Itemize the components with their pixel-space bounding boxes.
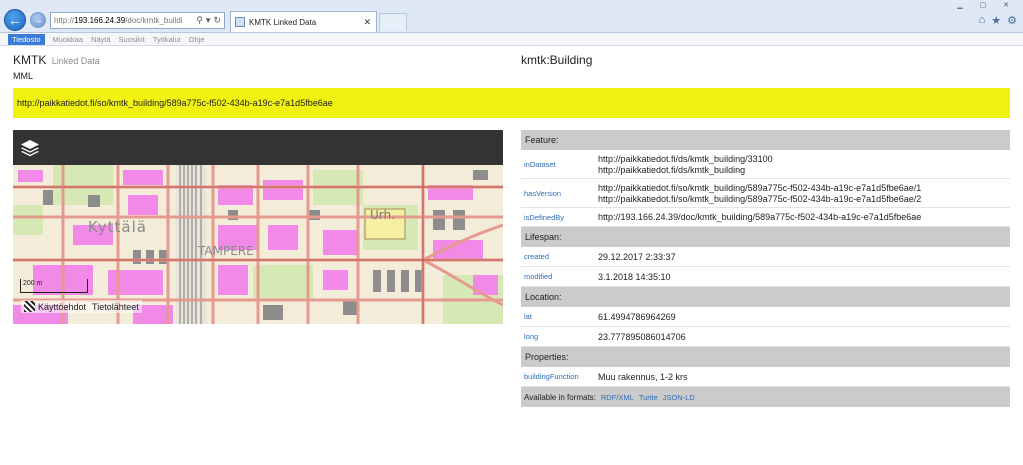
section-header-feature: Feature: xyxy=(521,130,1010,150)
close-tab-icon[interactable]: ✕ xyxy=(363,17,371,28)
back-button[interactable]: ← xyxy=(4,9,26,31)
property-value: 23.777895086014706 xyxy=(598,331,686,342)
browser-chrome: ← → http://193.166.24.39/doc/kmtk_buildi… xyxy=(0,0,1023,33)
maximize-icon[interactable]: ▢ xyxy=(972,0,994,9)
property-name[interactable]: inDataset xyxy=(521,150,598,178)
settings-gear-icon[interactable]: ⚙ xyxy=(1007,14,1017,27)
address-scheme: http:// xyxy=(54,16,75,25)
menu-item-view[interactable]: Näytä xyxy=(91,35,111,44)
search-icon[interactable]: ⚲ xyxy=(196,15,203,26)
mml-logo-icon xyxy=(24,301,35,312)
menu-item-tools[interactable]: Työkalut xyxy=(153,35,181,44)
menu-item-file[interactable]: Tiedosto xyxy=(8,33,45,45)
favorites-star-icon[interactable]: ★ xyxy=(991,14,1001,27)
menu-item-edit[interactable]: Muokkaa xyxy=(53,35,83,44)
table-row: created 29.12.2017 2:33:37 xyxy=(521,247,1010,267)
map-label-kyttala: Kyttälä xyxy=(88,218,147,236)
browser-toolbar-icons: ⌂ ★ ⚙ xyxy=(979,14,1017,27)
property-value: 61.4994786964269 xyxy=(598,311,676,322)
address-host: 193.166.24.39 xyxy=(74,16,126,25)
menu-item-help[interactable]: Ohje xyxy=(189,35,205,44)
property-value-line[interactable]: http://paikkatiedot.fi/so/kmtk_building/… xyxy=(598,194,1010,204)
brand-title: KMTK xyxy=(13,53,47,67)
tab-title: KMTK Linked Data xyxy=(249,17,317,27)
property-name[interactable]: long xyxy=(521,327,598,346)
table-row: buildingFunction Muu rakennus, 1-2 krs xyxy=(521,367,1010,387)
table-row: inDataset http://paikkatiedot.fi/ds/kmtk… xyxy=(521,150,1010,179)
property-value-line[interactable]: http://paikkatiedot.fi/so/kmtk_building/… xyxy=(598,183,1010,193)
property-value[interactable]: http://193.166.24.39/doc/kmtk_building/5… xyxy=(598,208,1010,226)
table-row: hasVersion http://paikkatiedot.fi/so/kmt… xyxy=(521,179,1010,208)
map-view[interactable]: Kyttälä TAMPERE Urh. 200 m Käyttöehdot T… xyxy=(13,130,503,324)
map-scale-bar: 200 m xyxy=(20,279,88,293)
close-window-icon[interactable]: ✕ xyxy=(995,0,1017,9)
forward-button[interactable]: → xyxy=(30,12,46,28)
menu-item-favorites[interactable]: Suosikit xyxy=(119,35,145,44)
page-favicon-icon xyxy=(235,17,245,27)
table-row: modified 3.1.2018 14:35:10 xyxy=(521,267,1010,287)
table-row: isDefinedBy http://193.166.24.39/doc/kmt… xyxy=(521,208,1010,227)
map-label-urh: Urh. xyxy=(370,208,395,222)
new-tab-button[interactable] xyxy=(379,13,407,31)
format-link-jsonld[interactable]: JSON-LD xyxy=(663,393,695,402)
section-header-location: Location: xyxy=(521,287,1010,307)
property-name[interactable]: created xyxy=(521,247,598,266)
map-attribution: Käyttöehdot Tietolähteet xyxy=(21,300,142,313)
property-value: 29.12.2017 2:33:37 xyxy=(598,251,676,262)
property-name[interactable]: modified xyxy=(521,267,598,286)
format-link-rdfxml[interactable]: RDF/XML xyxy=(601,393,634,402)
map-toolbar xyxy=(13,130,503,165)
formats-label: Available in formats: xyxy=(524,392,596,402)
minimize-icon[interactable]: ▁ xyxy=(949,0,971,9)
property-value: http://paikkatiedot.fi/so/kmtk_building/… xyxy=(598,179,1010,207)
resource-uri-bar: http://paikkatiedot.fi/so/kmtk_building/… xyxy=(13,88,1010,118)
property-name[interactable]: hasVersion xyxy=(521,179,598,207)
property-name[interactable]: isDefinedBy xyxy=(521,208,598,226)
menu-bar: Tiedosto Muokkaa Näytä Suosikit Työkalut… xyxy=(0,33,1023,46)
page-title: kmtk:Building xyxy=(521,53,593,67)
section-header-lifespan: Lifespan: xyxy=(521,227,1010,247)
home-icon[interactable]: ⌂ xyxy=(979,14,986,27)
map-label-tampere: TAMPERE xyxy=(198,244,254,258)
address-bar[interactable]: http://193.166.24.39/doc/kmtk_buildi ⚲ ▾… xyxy=(50,12,225,29)
address-icons: ⚲ ▾ ↻ xyxy=(194,15,224,26)
section-header-properties: Properties: xyxy=(521,347,1010,367)
site-brand: KMTK Linked Data xyxy=(13,53,100,67)
layers-icon[interactable] xyxy=(19,137,41,159)
property-value-line[interactable]: http://paikkatiedot.fi/ds/kmtk_building xyxy=(598,165,1010,175)
property-value: Muu rakennus, 1-2 krs xyxy=(598,371,688,382)
table-row: lat 61.4994786964269 xyxy=(521,307,1010,327)
property-name[interactable]: lat xyxy=(521,307,598,326)
refresh-icon[interactable]: ↻ xyxy=(213,15,221,26)
property-value-line[interactable]: http://paikkatiedot.fi/ds/kmtk_building/… xyxy=(598,154,1010,164)
property-name[interactable]: buildingFunction xyxy=(521,367,598,386)
table-row: long 23.777895086014706 xyxy=(521,327,1010,347)
format-link-turtle[interactable]: Turtle xyxy=(639,393,658,402)
organization-name: MML xyxy=(13,71,33,81)
property-value: http://paikkatiedot.fi/ds/kmtk_building/… xyxy=(598,150,1010,178)
terms-link[interactable]: Käyttöehdot xyxy=(38,302,86,312)
properties-table: Feature: inDataset http://paikkatiedot.f… xyxy=(521,130,1010,407)
formats-bar: Available in formats: RDF/XML Turtle JSO… xyxy=(521,387,1010,407)
window-controls: ▁ ▢ ✕ xyxy=(949,0,1017,9)
data-sources-link[interactable]: Tietolähteet xyxy=(92,302,139,312)
property-value: 3.1.2018 14:35:10 xyxy=(598,271,671,282)
brand-subtitle: Linked Data xyxy=(51,56,100,66)
chevron-down-icon[interactable]: ▾ xyxy=(206,15,211,26)
address-path: /doc/kmtk_buildi xyxy=(125,16,183,25)
resource-uri: http://paikkatiedot.fi/so/kmtk_building/… xyxy=(17,98,333,108)
browser-tab[interactable]: KMTK Linked Data ✕ xyxy=(230,11,377,32)
